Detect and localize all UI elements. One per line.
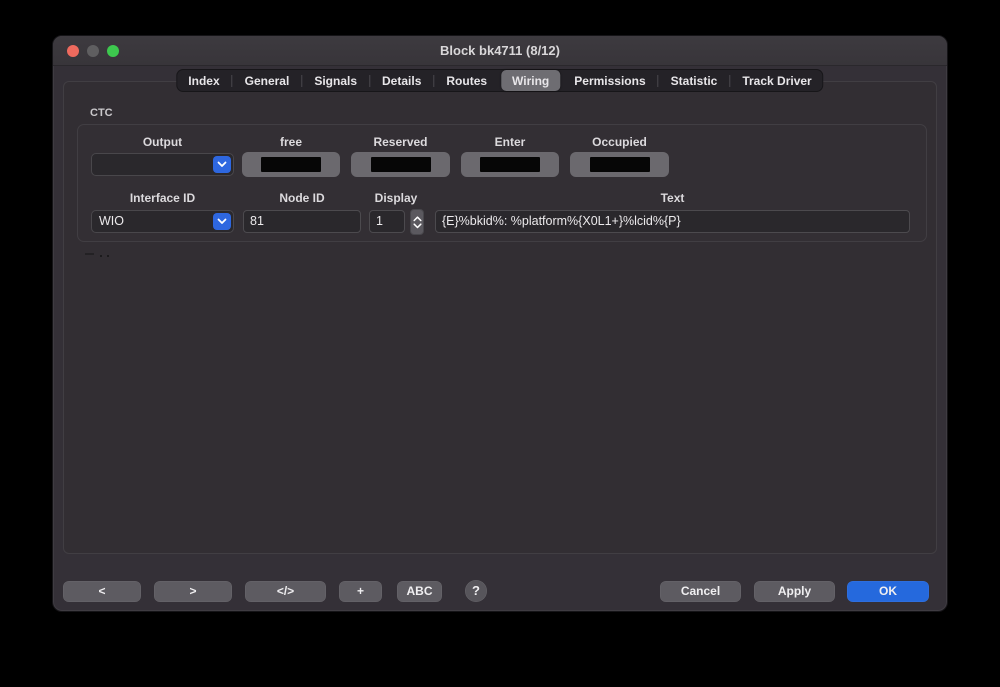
zoom-window-button[interactable] [107, 45, 119, 57]
ok-button[interactable]: OK [847, 581, 929, 602]
cancel-button[interactable]: Cancel [660, 581, 741, 602]
chevron-down-icon [213, 213, 231, 230]
colorwell-reserved-label: Reserved [351, 135, 450, 149]
display-label: Display [369, 191, 423, 205]
colorwell-free-button[interactable] [242, 152, 340, 177]
tab-separator [499, 75, 500, 87]
interface-id-dropdown[interactable]: WIO [91, 210, 234, 233]
apply-button[interactable]: Apply [754, 581, 835, 602]
abc-rename-button[interactable]: ABC [397, 581, 442, 602]
tab-bar: Index General Signals Details Routes Wir… [176, 69, 823, 92]
enter-color-swatch [480, 157, 540, 172]
output-dropdown-value [99, 154, 209, 175]
minimize-window-button[interactable] [87, 45, 99, 57]
colorwell-enter-button[interactable] [461, 152, 559, 177]
interface-id-dropdown-value: WIO [99, 211, 209, 232]
traffic-lights [67, 45, 119, 57]
xml-code-button[interactable]: </> [245, 581, 326, 602]
window-title: Block bk4711 (8/12) [53, 36, 947, 66]
tab-index[interactable]: Index [176, 69, 231, 92]
next-block-button[interactable]: > [154, 581, 232, 602]
node-id-input[interactable]: 81 [243, 210, 361, 233]
colorwell-reserved-button[interactable] [351, 152, 450, 177]
output-label: Output [91, 135, 234, 149]
node-id-label: Node ID [243, 191, 361, 205]
clipped-artifact [85, 253, 94, 255]
previous-block-button[interactable]: < [63, 581, 141, 602]
text-pattern-input[interactable]: {E}%bkid%: %platform%{X0L1+}%lcid%{P} [435, 210, 910, 233]
colorwell-occupied-label: Occupied [570, 135, 669, 149]
display-input[interactable]: 1 [369, 210, 405, 233]
block-properties-dialog: Block bk4711 (8/12) Index General Signal… [52, 35, 948, 612]
help-button[interactable]: ? [465, 580, 487, 602]
reserved-color-swatch [371, 157, 431, 172]
tab-routes[interactable]: Routes [434, 69, 499, 92]
colorwell-free-label: free [242, 135, 340, 149]
chevron-up-icon [413, 216, 422, 222]
tab-signals[interactable]: Signals [302, 69, 369, 92]
output-dropdown[interactable] [91, 153, 234, 176]
text-label: Text [435, 191, 910, 205]
clipped-artifact [100, 255, 102, 257]
ctc-group-label: CTC [90, 107, 113, 119]
chevron-down-icon [413, 223, 422, 229]
tab-track-driver[interactable]: Track Driver [730, 69, 823, 92]
close-window-button[interactable] [67, 45, 79, 57]
colorwell-enter-label: Enter [461, 135, 559, 149]
wiring-tab-panel: CTC Output free Reserved Enter Occupied [63, 81, 937, 554]
occupied-color-swatch [590, 157, 650, 172]
chevron-down-icon [213, 156, 231, 173]
add-button[interactable]: + [339, 581, 382, 602]
display-stepper[interactable] [410, 209, 424, 235]
desktop-background: Block bk4711 (8/12) Index General Signal… [0, 0, 1000, 687]
interface-id-label: Interface ID [91, 191, 234, 205]
clipped-artifact [107, 255, 109, 257]
tab-statistic[interactable]: Statistic [659, 69, 730, 92]
ctc-group-box: Output free Reserved Enter Occupied [77, 124, 927, 242]
tab-details[interactable]: Details [370, 69, 433, 92]
colorwell-occupied-button[interactable] [570, 152, 669, 177]
tab-permissions[interactable]: Permissions [562, 69, 657, 92]
tab-wiring[interactable]: Wiring [501, 70, 560, 91]
free-color-swatch [261, 157, 321, 172]
tab-general[interactable]: General [233, 69, 302, 92]
title-bar[interactable]: Block bk4711 (8/12) [53, 36, 947, 66]
